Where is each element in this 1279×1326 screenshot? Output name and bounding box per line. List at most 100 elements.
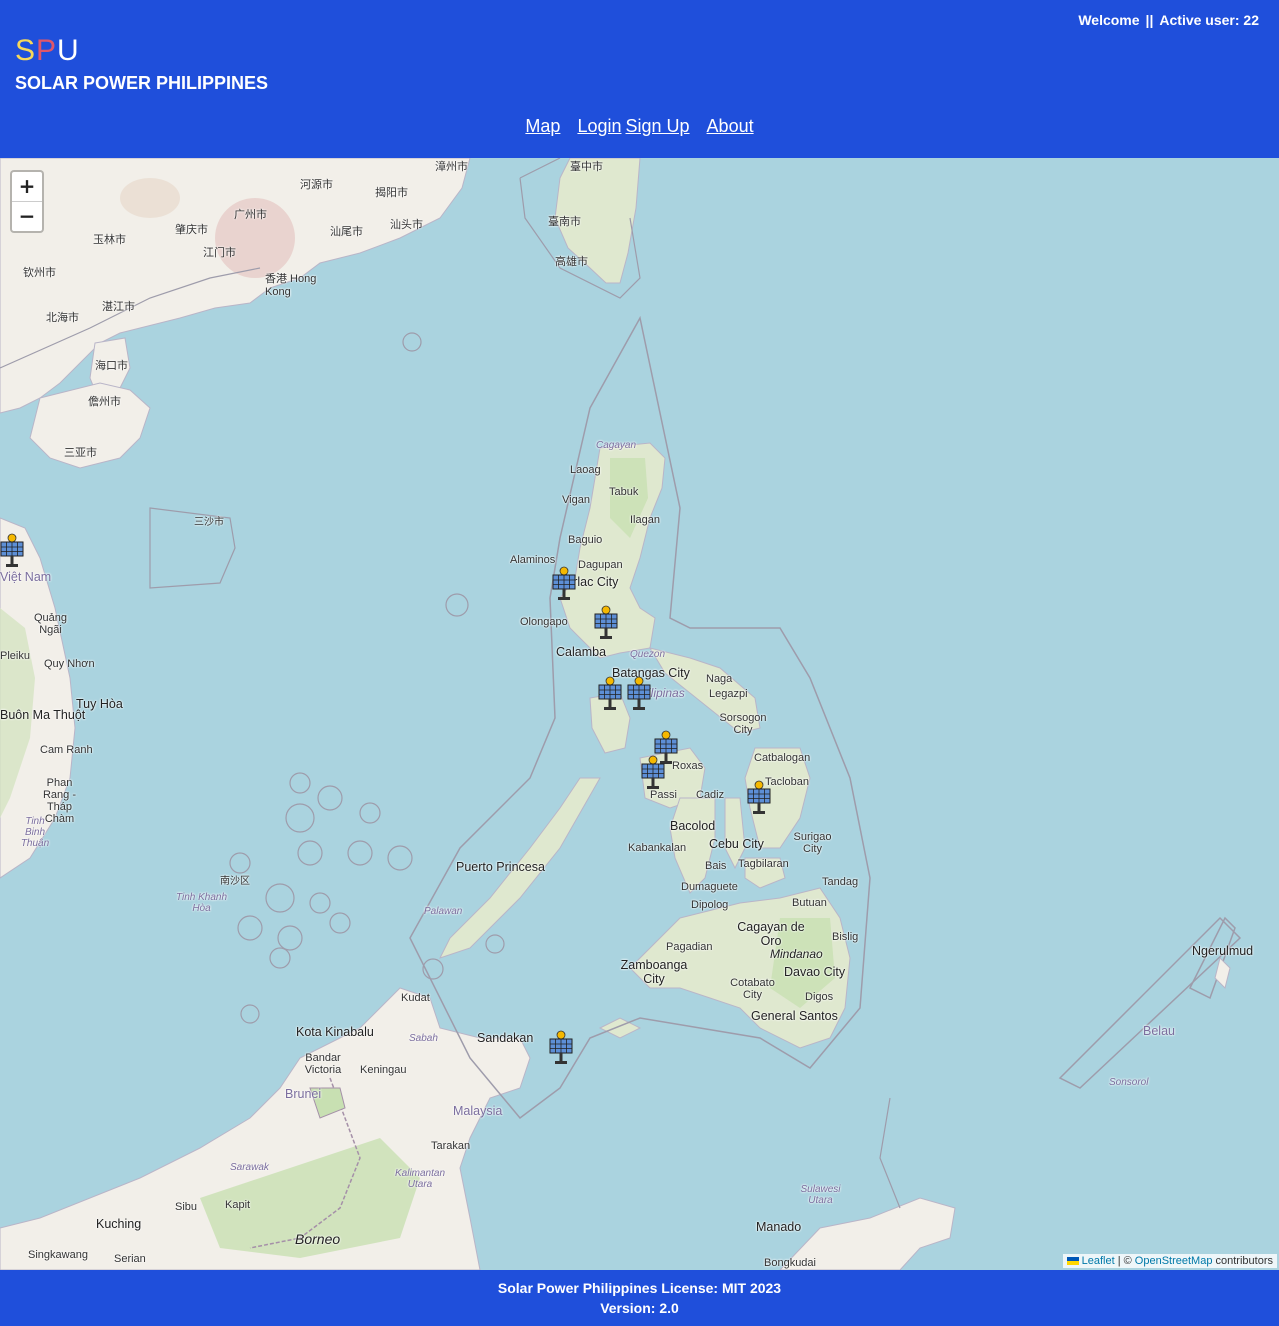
place-label: Mindanao: [770, 947, 823, 961]
place-label: Sorsogon City: [719, 712, 767, 736]
leaflet-link[interactable]: Leaflet: [1082, 1255, 1115, 1267]
nav-map-link[interactable]: Map: [525, 116, 560, 136]
nav-login-link[interactable]: Login: [577, 116, 621, 136]
app-logo[interactable]: SPU: [15, 34, 80, 68]
place-label: 南沙区: [220, 876, 250, 887]
place-label: 香港 Hong Kong: [265, 273, 317, 298]
ukraine-flag-icon: [1066, 1257, 1079, 1266]
place-label: Palawan: [424, 906, 463, 917]
openstreetmap-link[interactable]: OpenStreetMap: [1135, 1255, 1213, 1267]
place-label: Kalimantan Utara: [394, 1168, 446, 1190]
nav-signup-link[interactable]: Sign Up: [625, 116, 689, 136]
place-label: Quezon: [630, 649, 666, 660]
place-label: Laoag: [570, 464, 601, 476]
place-label: Vigan: [562, 494, 590, 506]
main-nav: Map Login Sign Up About: [0, 116, 1279, 137]
solar-panel-marker-icon[interactable]: [625, 676, 653, 712]
place-label: Calamba: [556, 645, 607, 659]
place-label: Kapit: [225, 1199, 251, 1211]
place-label: Brunei: [285, 1087, 322, 1101]
place-label: 江门市: [203, 247, 236, 259]
place-label: Bandar Victoria: [304, 1052, 342, 1076]
place-label: Kuching: [96, 1217, 142, 1231]
place-label: Baguio: [568, 534, 603, 546]
place-label: 海口市: [95, 360, 128, 372]
place-label: Surigao City: [793, 831, 832, 855]
place-label: Sandakan: [477, 1031, 534, 1045]
solar-panel-marker-icon[interactable]: [547, 1030, 575, 1066]
zoom-in-button[interactable]: +: [12, 172, 42, 202]
place-label: Naga: [706, 673, 733, 685]
version-text: Version: 2.0: [600, 1300, 679, 1316]
place-label: Sabah: [409, 1033, 438, 1044]
solar-panel-marker-icon[interactable]: [596, 676, 624, 712]
place-label: 湛江市: [102, 301, 135, 313]
place-label: 汕头市: [390, 219, 423, 231]
active-user-count: Active user: 22: [1159, 12, 1259, 28]
place-label: Pagadian: [666, 941, 713, 953]
place-label: Sarawak: [230, 1162, 269, 1173]
place-label: Alaminos: [510, 554, 556, 566]
solar-panel-marker-icon[interactable]: [0, 533, 26, 569]
place-label: Bais: [705, 860, 727, 872]
user-status: Welcome || Active user: 22: [1078, 12, 1259, 28]
place-label: Sonsorol: [1109, 1077, 1149, 1088]
attribution-contributors: contributors: [1215, 1255, 1273, 1267]
map-view[interactable]: + − 河源市 揭阳市 汕头市 汕尾市 广州市 肇庆市 江门市 香港 Hong …: [0, 158, 1279, 1270]
place-label: Singkawang: [28, 1249, 88, 1261]
place-label: 三亚市: [64, 447, 97, 459]
map-attribution: Leaflet | © OpenStreetMap contributors: [1062, 1254, 1277, 1268]
place-label: Sibu: [175, 1201, 198, 1213]
place-label: Bacolod: [670, 819, 716, 833]
place-label: Serian: [114, 1253, 146, 1265]
place-label: Digos: [805, 991, 834, 1003]
place-label: Pleiku: [0, 650, 30, 662]
zoom-control: + −: [10, 170, 44, 233]
attribution-separator: | ©: [1117, 1255, 1132, 1267]
place-label: 汕尾市: [330, 226, 363, 238]
place-label: Bislig: [832, 931, 859, 943]
place-label: Kota Kinabalu: [296, 1025, 374, 1039]
place-label: 玉林市: [93, 234, 126, 246]
place-label: Cagayan: [596, 440, 637, 451]
logo-letter-p: P: [36, 34, 58, 67]
place-label: Quy Nhơn: [44, 658, 95, 670]
place-label: Belau: [1143, 1024, 1175, 1038]
solar-panel-marker-icon[interactable]: [745, 780, 773, 816]
nav-about-link[interactable]: About: [707, 116, 754, 136]
solar-panel-marker-icon[interactable]: [592, 605, 620, 641]
place-label: Tinh Khanh Hòa: [175, 892, 228, 914]
place-label: Tandag: [822, 876, 859, 888]
place-label: Cam Ranh: [40, 744, 93, 756]
place-label: 儋州市: [88, 396, 121, 408]
place-label: Việt Nam: [0, 570, 52, 584]
place-label: Keningau: [360, 1064, 407, 1076]
solar-panel-marker-icon[interactable]: [550, 566, 578, 602]
place-label: Dagupan: [578, 559, 623, 571]
place-label: Malaysia: [453, 1104, 503, 1118]
place-label: Butuan: [792, 897, 827, 909]
app-footer: Solar Power Philippines License: MIT 202…: [0, 1270, 1279, 1326]
logo-letter-s: S: [15, 34, 37, 67]
place-label: Kudat: [401, 992, 430, 1004]
map-base-layer: [0, 158, 1279, 1270]
place-label: Tarakan: [431, 1140, 471, 1152]
license-text: Solar Power Philippines License: MIT 202…: [497, 1280, 782, 1296]
place-label: Cotabato City: [730, 977, 775, 1001]
place-label: 河源市: [300, 179, 333, 191]
zoom-out-button[interactable]: −: [12, 202, 42, 231]
place-label: 臺南市: [548, 216, 581, 228]
place-label: 北海市: [46, 312, 79, 324]
solar-panel-marker-icon[interactable]: [639, 755, 667, 791]
welcome-text: Welcome: [1078, 12, 1140, 28]
place-label: Dipolog: [691, 899, 729, 911]
place-label: Tagbilaran: [738, 858, 789, 870]
place-label: General Santos: [751, 1009, 838, 1023]
place-label: 臺中市: [570, 161, 603, 173]
place-label: Tinh Binh Thuận: [20, 816, 50, 849]
place-label: Buôn Ma Thuột: [0, 708, 86, 722]
place-label: Quảng Ngãi: [33, 612, 68, 636]
place-label: Legazpi: [709, 688, 748, 700]
place-label: Davao City: [784, 965, 846, 979]
brand-title: SOLAR POWER PHILIPPINES: [15, 73, 269, 93]
